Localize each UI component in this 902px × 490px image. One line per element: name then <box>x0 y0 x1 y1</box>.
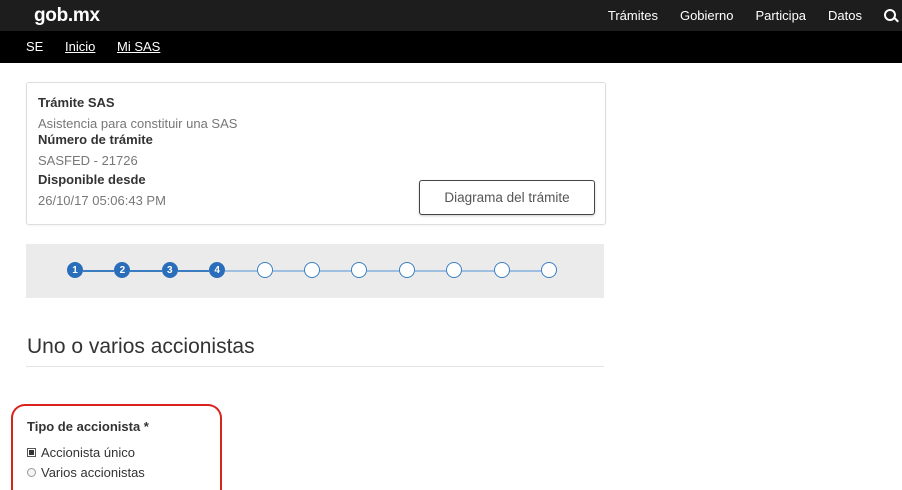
breadcrumb-mi-sas[interactable]: Mi SAS <box>117 39 160 54</box>
disponible-label: Disponible desde <box>38 172 146 187</box>
step-5[interactable] <box>256 262 273 278</box>
breadcrumb-inicio[interactable]: Inicio <box>65 39 95 54</box>
top-nav: Trámites Gobierno Participa Datos <box>608 0 902 31</box>
step-4[interactable]: 4 <box>209 262 226 278</box>
step-connector <box>225 270 257 272</box>
nav-gobierno[interactable]: Gobierno <box>680 8 733 23</box>
section-divider <box>26 366 604 367</box>
tipo-accionista-label: Tipo de accionista * <box>27 419 149 434</box>
option-label: Varios accionistas <box>41 465 145 480</box>
tramite-value: Asistencia para constituir una SAS <box>38 116 238 131</box>
numero-value: SASFED - 21726 <box>38 153 138 168</box>
step-3[interactable]: 3 <box>161 262 178 278</box>
sub-nav: SE Inicio Mi SAS <box>0 31 902 63</box>
step-connector <box>320 270 352 272</box>
step-1[interactable]: 1 <box>67 262 83 278</box>
tramite-label: Trámite SAS <box>38 95 115 110</box>
step-connector <box>509 270 541 272</box>
option-varios-accionistas[interactable]: Varios accionistas <box>27 465 145 480</box>
disponible-value: 26/10/17 05:06:43 PM <box>38 193 166 208</box>
step-11[interactable] <box>541 262 557 278</box>
step-connector <box>272 270 304 272</box>
step-8[interactable] <box>398 262 415 278</box>
site-logo[interactable]: gob.mx <box>34 5 100 27</box>
nav-tramites[interactable]: Trámites <box>608 8 658 23</box>
step-connector <box>130 270 162 272</box>
nav-participa[interactable]: Participa <box>755 8 806 23</box>
step-2[interactable]: 2 <box>114 262 131 278</box>
option-label: Accionista único <box>41 445 135 460</box>
search-icon[interactable] <box>884 8 899 23</box>
step-10[interactable] <box>493 262 510 278</box>
numero-label: Número de trámite <box>38 132 153 147</box>
selected-checkbox-icon[interactable] <box>27 448 36 457</box>
step-connector <box>462 270 494 272</box>
step-7[interactable] <box>351 262 368 278</box>
nav-datos[interactable]: Datos <box>828 8 862 23</box>
tramite-info-card: Trámite SAS Asistencia para constituir u… <box>26 82 606 225</box>
step-6[interactable] <box>304 262 320 278</box>
step-connector <box>83 270 115 272</box>
step-connector <box>177 270 210 272</box>
section-title: Uno o varios accionistas <box>27 335 255 358</box>
progress-stepper: 1 2 3 4 <box>26 244 604 298</box>
top-header: gob.mx Trámites Gobierno Participa Datos <box>0 0 902 31</box>
step-9[interactable] <box>446 262 463 278</box>
radio-icon[interactable] <box>27 468 36 477</box>
step-connector <box>367 270 399 272</box>
step-connector <box>414 270 447 272</box>
section-code: SE <box>26 39 44 54</box>
diagram-button[interactable]: Diagrama del trámite <box>419 180 595 215</box>
option-accionista-unico[interactable]: Accionista único <box>27 445 135 460</box>
